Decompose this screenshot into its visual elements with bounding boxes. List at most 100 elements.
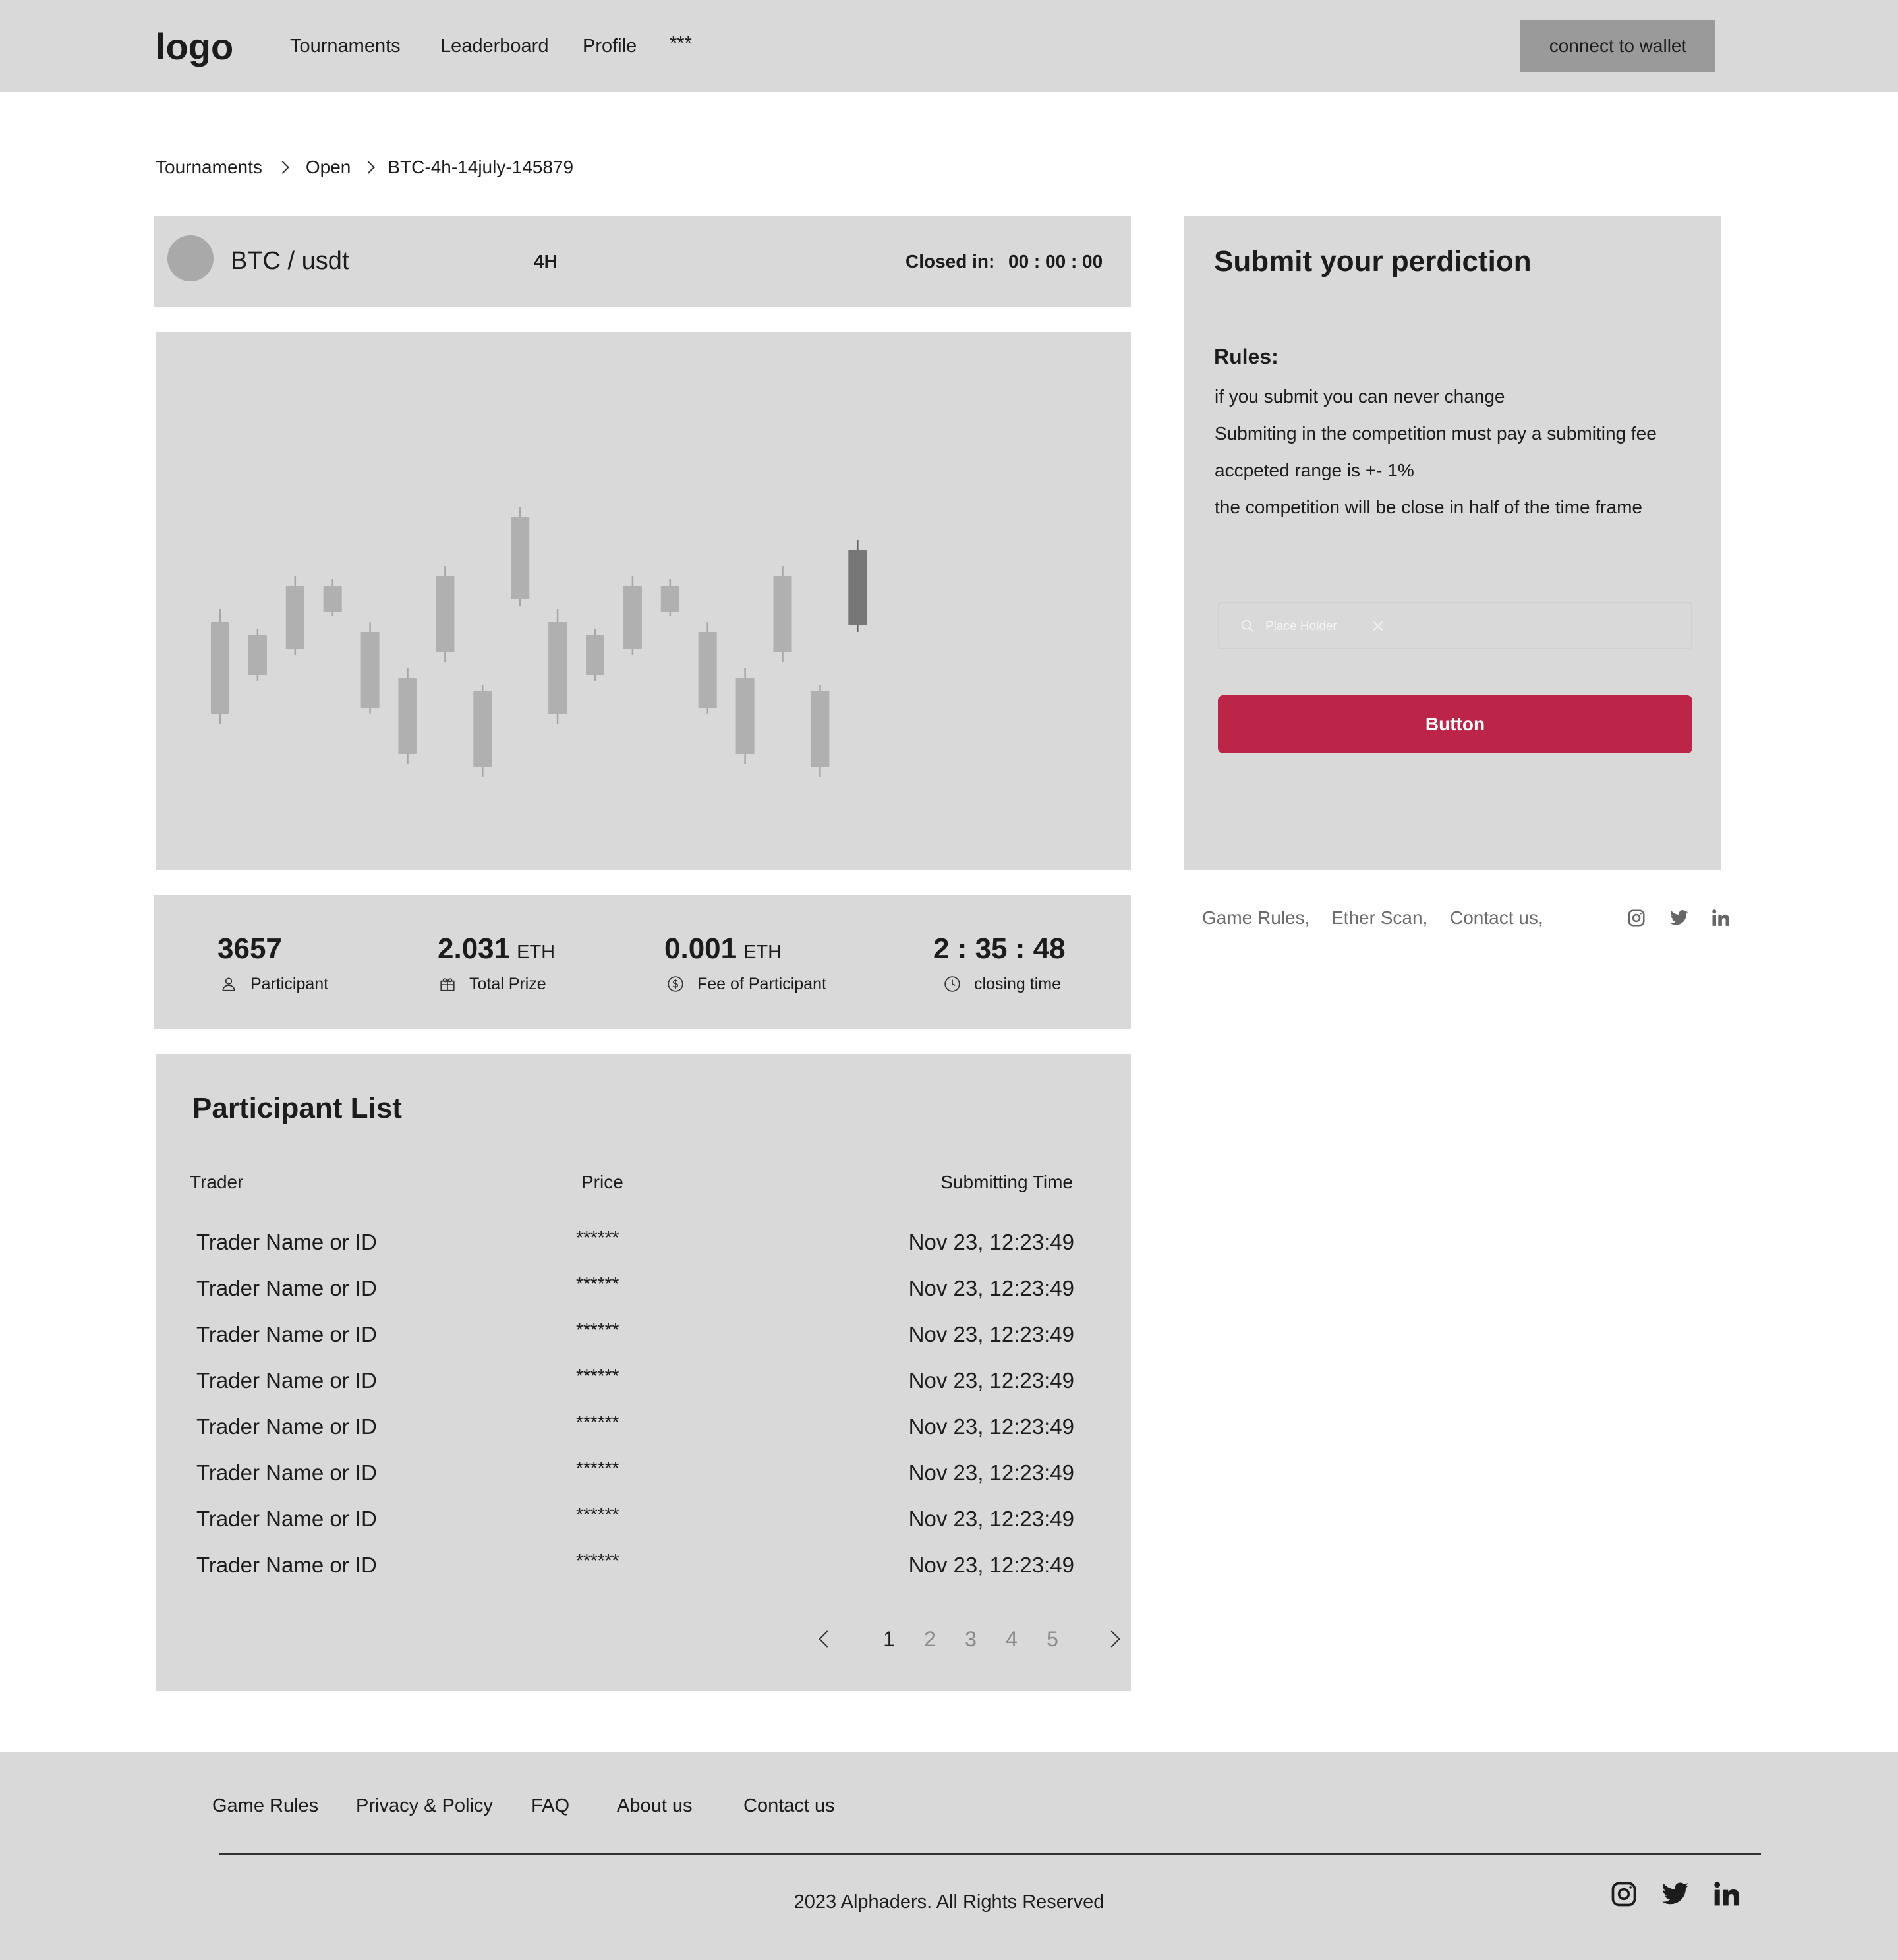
submitting-time: Nov 23, 12:23:49 (908, 1507, 1074, 1531)
chevron-right-icon (362, 161, 376, 174)
candle-body[interactable] (811, 691, 830, 767)
column-header-price[interactable]: Price (581, 1169, 623, 1196)
footer-link-contact-us[interactable]: Contact us (743, 1793, 835, 1819)
submitting-time: Nov 23, 12:23:49 (908, 1230, 1074, 1254)
trader-price: ****** (576, 1458, 619, 1478)
linkedin-icon[interactable] (1711, 908, 1731, 928)
page-2[interactable]: 2 (909, 1627, 950, 1652)
top-nav-bar: logo Tournaments Leaderboard Profile ***… (0, 0, 1898, 92)
close-icon[interactable] (1371, 619, 1385, 633)
candle-body[interactable] (735, 678, 755, 754)
chevron-right-icon[interactable] (1103, 1630, 1120, 1648)
table-row[interactable]: Trader Name or ID ****** Nov 23, 12:23:4… (156, 1358, 1131, 1404)
twitter-icon[interactable] (1669, 908, 1689, 928)
table-row[interactable]: Trader Name or ID ****** Nov 23, 12:23:4… (156, 1219, 1131, 1265)
table-row[interactable]: Trader Name or ID ****** Nov 23, 12:23:4… (156, 1404, 1131, 1450)
submitting-time: Nov 23, 12:23:49 (908, 1414, 1074, 1439)
footer: Game Rules Privacy & Policy FAQ About us… (0, 1752, 1898, 1960)
table-row[interactable]: Trader Name or ID ****** Nov 23, 12:23:4… (156, 1311, 1131, 1358)
trader-name: Trader Name or ID (196, 1368, 377, 1393)
prediction-input[interactable] (1265, 615, 1358, 639)
candle-body[interactable] (436, 576, 455, 652)
closing-time-label: closing time (944, 973, 1061, 995)
trader-price: ****** (576, 1366, 619, 1386)
chevron-left-icon[interactable] (819, 1630, 836, 1648)
column-header-trader[interactable]: Trader (190, 1169, 243, 1196)
submitting-time: Nov 23, 12:23:49 (908, 1322, 1074, 1346)
table-row[interactable]: Trader Name or ID ****** Nov 23, 12:23:4… (156, 1542, 1131, 1588)
total-prize-value: 2.031 ETH (438, 933, 556, 965)
fee-value: 0.001 ETH (664, 933, 782, 965)
submit-prediction-button[interactable]: Button (1218, 695, 1692, 753)
table-row[interactable]: Trader Name or ID ****** Nov 23, 12:23:4… (156, 1450, 1131, 1496)
pagination: 1 2 3 4 5 (819, 1623, 1120, 1656)
nav-profile[interactable]: Profile (583, 33, 637, 59)
chevron-right-icon (275, 161, 289, 174)
candle-body[interactable] (698, 632, 717, 708)
price-chart[interactable] (156, 332, 1131, 870)
prediction-panel: Submit your perdiction Rules: if you sub… (1184, 216, 1721, 870)
candle-body[interactable] (285, 586, 304, 649)
twitter-icon[interactable] (1661, 1880, 1690, 1909)
side-link-ether-scan[interactable]: Ether Scan, (1331, 905, 1427, 931)
footer-link-about-us[interactable]: About us (617, 1793, 692, 1819)
page-4[interactable]: 4 (991, 1627, 1032, 1652)
submitting-time: Nov 23, 12:23:49 (908, 1553, 1074, 1577)
candle-body[interactable] (623, 586, 642, 649)
column-header-submitting-time[interactable]: Submitting Time (940, 1169, 1073, 1196)
connect-wallet-button[interactable]: connect to wallet (1520, 20, 1715, 72)
footer-link-game-rules[interactable]: Game Rules (212, 1793, 318, 1819)
instagram-icon[interactable] (1609, 1880, 1638, 1909)
trader-price: ****** (576, 1504, 619, 1524)
candlestick-chart (211, 507, 867, 777)
footer-divider (219, 1853, 1761, 1855)
candle-body[interactable] (848, 550, 867, 625)
trader-price: ****** (576, 1550, 619, 1571)
table-row[interactable]: Trader Name or ID ****** Nov 23, 12:23:4… (156, 1265, 1131, 1311)
candle-body[interactable] (323, 586, 342, 612)
candle-body[interactable] (211, 622, 229, 714)
candle-body[interactable] (398, 678, 417, 754)
trader-price: ****** (576, 1227, 619, 1248)
total-prize-label: Total Prize (439, 973, 546, 995)
candle-body[interactable] (248, 635, 267, 675)
trader-price: ****** (576, 1319, 619, 1340)
search-icon (1241, 620, 1253, 632)
rule-item: if you submit you can never change (1215, 386, 1505, 407)
candle-body[interactable] (548, 622, 567, 714)
nav-more[interactable]: *** (670, 30, 692, 57)
trader-name: Trader Name or ID (196, 1460, 377, 1485)
side-link-contact-us[interactable]: Contact us, (1450, 905, 1543, 931)
participant-list-title: Participant List (192, 1092, 402, 1124)
page-3[interactable]: 3 (950, 1627, 991, 1652)
prediction-input-box[interactable] (1218, 602, 1692, 649)
submitting-time: Nov 23, 12:23:49 (908, 1368, 1074, 1393)
timeframe-label: 4H (534, 251, 558, 272)
breadcrumb-current: BTC-4h-14july-145879 (388, 157, 574, 177)
page-5[interactable]: 5 (1032, 1627, 1073, 1652)
page-1[interactable]: 1 (869, 1627, 909, 1652)
footer-link-privacy-policy[interactable]: Privacy & Policy (356, 1793, 493, 1819)
trader-name: Trader Name or ID (196, 1553, 377, 1577)
candle-body[interactable] (473, 691, 492, 767)
submitting-time: Nov 23, 12:23:49 (908, 1276, 1074, 1300)
candle-body[interactable] (360, 632, 380, 708)
breadcrumb-tournaments[interactable]: Tournaments (156, 157, 262, 178)
breadcrumb-open[interactable]: Open (306, 157, 351, 178)
trader-name: Trader Name or ID (196, 1276, 377, 1300)
candle-body[interactable] (586, 635, 604, 675)
ticker-header: BTC / usdt 4H Closed in: 00 : 00 : 00 (154, 216, 1131, 307)
candle-body[interactable] (511, 517, 530, 599)
logo[interactable]: logo (156, 24, 233, 70)
table-row[interactable]: Trader Name or ID ****** Nov 23, 12:23:4… (156, 1496, 1131, 1542)
nav-tournaments[interactable]: Tournaments (290, 33, 401, 59)
candle-body[interactable] (773, 576, 792, 652)
candle-body[interactable] (660, 586, 679, 612)
nav-leaderboard[interactable]: Leaderboard (440, 33, 548, 59)
footer-link-faq[interactable]: FAQ (531, 1793, 569, 1819)
linkedin-icon[interactable] (1712, 1880, 1741, 1909)
side-link-game-rules[interactable]: Game Rules, (1202, 905, 1309, 931)
instagram-icon[interactable] (1626, 908, 1646, 928)
breadcrumb: Tournaments Open BTC-4h-14july-145879 (156, 154, 573, 181)
trader-price: ****** (576, 1273, 619, 1294)
